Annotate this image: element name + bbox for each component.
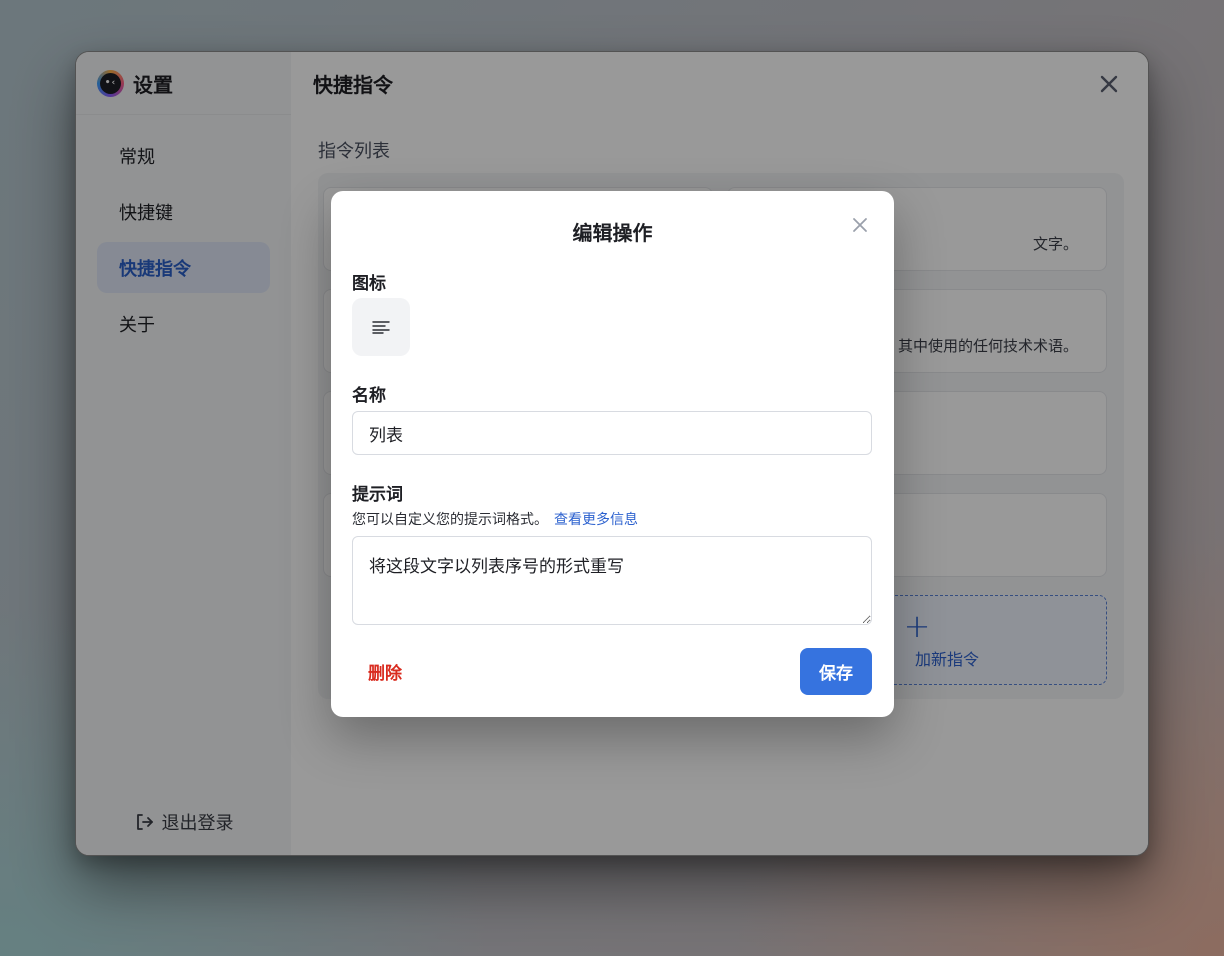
delete-button[interactable]: 删除 bbox=[352, 649, 418, 693]
align-left-icon bbox=[372, 321, 390, 334]
prompt-textarea[interactable]: 将这段文字以列表序号的形式重写 bbox=[352, 536, 872, 625]
prompt-hint-text: 您可以自定义您的提示词格式。 bbox=[352, 512, 548, 528]
icon-picker[interactable] bbox=[352, 298, 410, 356]
icon-field-label: 图标 bbox=[352, 274, 386, 294]
more-info-link[interactable]: 查看更多信息 bbox=[554, 512, 638, 528]
save-button[interactable]: 保存 bbox=[800, 648, 872, 695]
close-icon bbox=[853, 218, 867, 232]
name-input[interactable] bbox=[352, 411, 872, 455]
dialog-close-button[interactable] bbox=[850, 215, 870, 235]
dialog-title: 编辑操作 bbox=[572, 221, 653, 245]
prompt-field-label: 提示词 bbox=[352, 485, 403, 505]
edit-action-dialog: 编辑操作 图标 名称 提示词 您可以自定义您的提示词格式。查看更多信息 将这段文… bbox=[331, 191, 894, 717]
name-field-label: 名称 bbox=[352, 386, 386, 406]
prompt-hint: 您可以自定义您的提示词格式。 查看更多信息 bbox=[352, 509, 638, 529]
